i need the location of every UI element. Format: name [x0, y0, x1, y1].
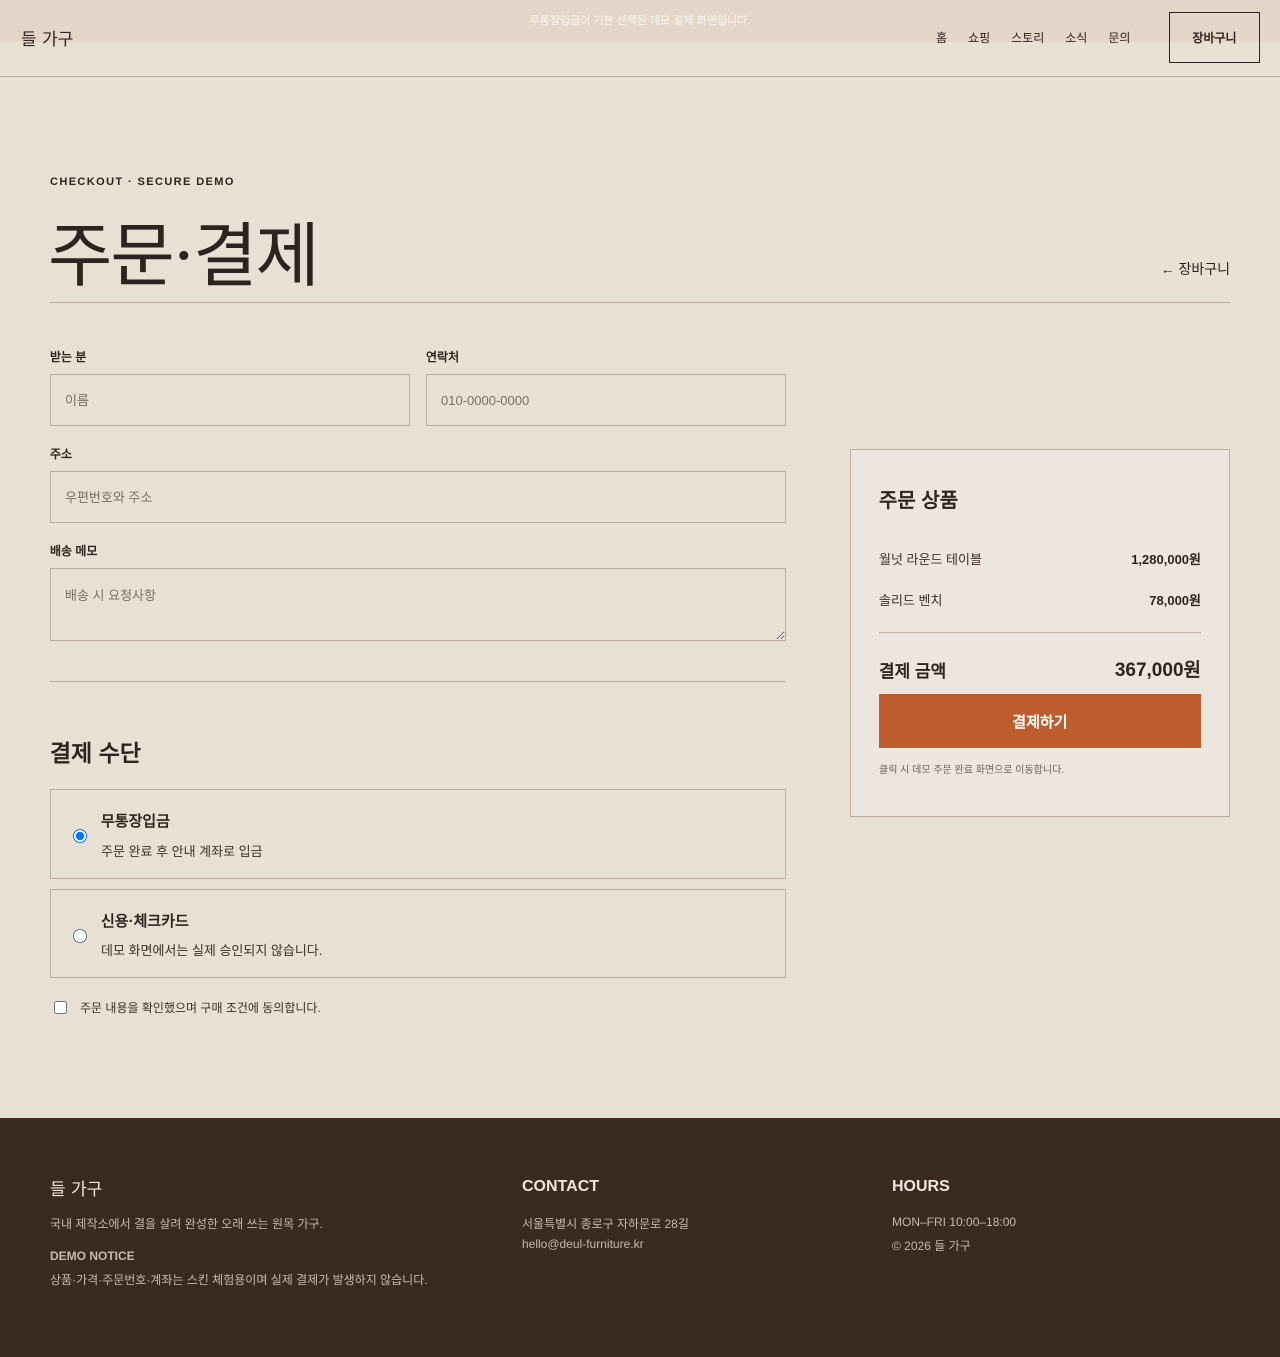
item-price: 1,280,000원: [1131, 552, 1201, 567]
main-nav: 홈 쇼핑 스토리 소식 문의: [936, 29, 1151, 46]
footer-tagline: 국내 제작소에서 결을 살려 완성한 오래 쓰는 원목 가구.: [50, 1217, 323, 1231]
nav-item-story[interactable]: 스토리: [1011, 29, 1044, 46]
page-title: 주문·결제: [48, 215, 320, 297]
footer-notice-text: 상품·가격·주문번호·계좌는 스킨 체험용이며 실제 결제가 발생하지 않습니다…: [50, 1273, 428, 1287]
footer-hours-title: HOURS: [892, 1178, 950, 1195]
summary-title: 주문 상품: [879, 490, 959, 512]
agree-checkbox[interactable]: [54, 1001, 67, 1014]
name-input[interactable]: [50, 374, 410, 426]
footer-email-link[interactable]: hello@deul-furniture.kr: [522, 1237, 644, 1251]
agree-label: 주문 내용을 확인했으며 구매 조건에 동의합니다.: [80, 1001, 321, 1015]
nav-item-home[interactable]: 홈: [936, 29, 947, 46]
payment-option-name: 신용·체크카드: [101, 913, 189, 930]
site-header: 들 가구 홈 쇼핑 스토리 소식 문의 장바구니: [0, 0, 1280, 77]
footer-contact-title: CONTACT: [522, 1178, 600, 1195]
memo-label: 배송 메모: [50, 544, 98, 558]
payment-section-title: 결제 수단: [50, 740, 142, 766]
footer-hours: MON–FRI 10:00–18:00: [892, 1215, 1017, 1229]
pay-button[interactable]: 결제하기: [879, 694, 1201, 748]
item-name: 솔리드 벤치: [879, 593, 943, 608]
site-logo[interactable]: 들 가구: [21, 25, 73, 50]
payment-option-name: 무통장입금: [101, 813, 171, 830]
payment-option-card[interactable]: 신용·체크카드 데모 화면에서는 실제 승인되지 않습니다.: [50, 889, 786, 978]
footer-logo: 들 가구: [50, 1180, 103, 1200]
order-summary: 주문 상품 월넛 라운드 테이블 1,280,000원 솔리드 벤치 78,00…: [850, 449, 1230, 817]
payment-option-desc: 데모 화면에서는 실제 승인되지 않습니다.: [101, 943, 323, 958]
address-label: 주소: [50, 447, 73, 461]
nav-item-shop[interactable]: 쇼핑: [968, 29, 990, 46]
total-label: 결제 금액: [879, 662, 947, 681]
footer-copyright: © 2026 들 가구: [892, 1239, 971, 1253]
bank-transfer-radio[interactable]: [73, 829, 87, 843]
card-radio[interactable]: [73, 929, 87, 943]
address-input[interactable]: [50, 471, 786, 523]
cart-button[interactable]: 장바구니: [1169, 12, 1260, 63]
nav-item-news[interactable]: 소식: [1065, 29, 1087, 46]
payment-option-desc: 주문 완료 후 안내 계좌로 입금: [101, 844, 263, 859]
item-name: 월넛 라운드 테이블: [879, 552, 982, 567]
name-label: 받는 분: [50, 350, 87, 364]
phone-label: 연락처: [426, 350, 460, 364]
phone-input[interactable]: [426, 374, 786, 426]
total-value: 367,000원: [1114, 660, 1201, 681]
payment-option-bank-transfer[interactable]: 무통장입금 주문 완료 후 안내 계좌로 입금: [50, 789, 786, 879]
divider: [50, 681, 786, 682]
divider: [50, 302, 1230, 303]
memo-textarea[interactable]: [50, 568, 786, 641]
divider: [879, 632, 1201, 633]
back-to-cart-link[interactable]: ← 장바구니: [1161, 259, 1230, 279]
footer-address: 서울특별시 종로구 자하문로 28길: [522, 1217, 689, 1231]
summary-note: 클릭 시 데모 주문 완료 화면으로 이동합니다.: [879, 765, 1065, 776]
page-eyebrow: CHECKOUT · SECURE DEMO: [50, 176, 235, 188]
footer-notice-title: DEMO NOTICE: [50, 1249, 135, 1263]
site-footer: 들 가구 국내 제작소에서 결을 살려 완성한 오래 쓰는 원목 가구. DEM…: [0, 1118, 1280, 1357]
nav-item-contact[interactable]: 문의: [1108, 29, 1130, 46]
item-price: 78,000원: [1149, 593, 1201, 608]
